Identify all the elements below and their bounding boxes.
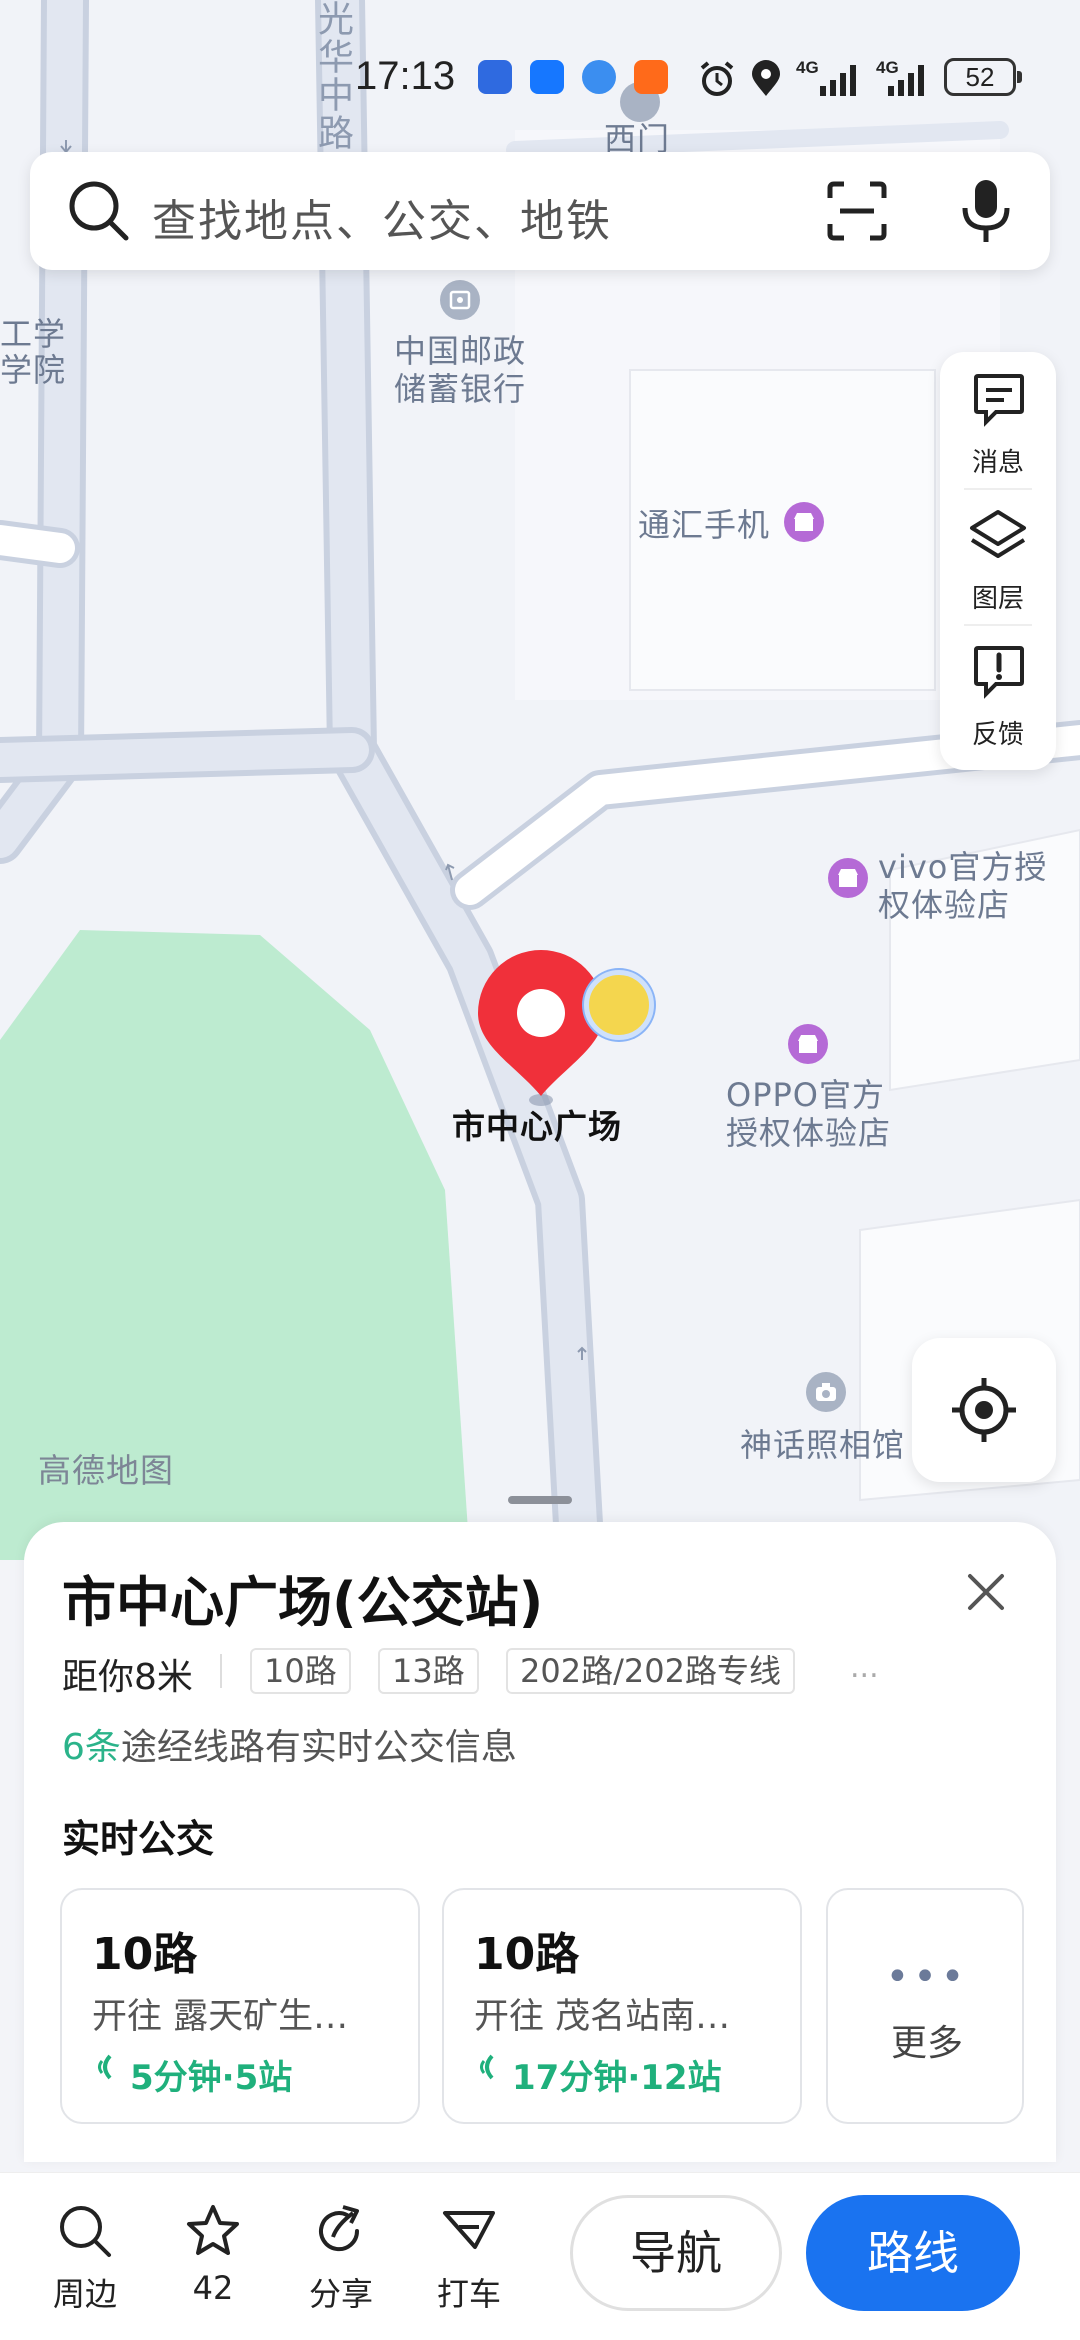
route-button[interactable]: 路线 (806, 2195, 1020, 2311)
status-time: 17:13 (355, 54, 456, 98)
route-chip[interactable]: 13路 (378, 1648, 479, 1694)
kuaishou-icon (634, 60, 668, 94)
distance-label: 距你8米 (62, 1657, 193, 1698)
share-button[interactable]: 分享 (286, 2203, 396, 2323)
poi-label: 授权体验店 (726, 1114, 892, 1152)
feedback-label: 反馈 (971, 720, 1024, 750)
bus-destination: 开往 茂名站南… (474, 1997, 731, 2037)
message-button[interactable]: 消息 (940, 352, 1056, 488)
alarm-icon (700, 61, 734, 96)
stop-detail-sheet: 市中心广场(公交站) 距你8米 10路 13路 202路/202路专线 ... … (24, 1522, 1056, 2162)
realtime-info: 6条途经线路有实时公交信息 (62, 1718, 517, 1770)
realtime-info-text: 途经线路有实时公交信息 (120, 1727, 517, 1768)
route-chip[interactable]: 202路/202路专线 (506, 1648, 795, 1694)
close-icon[interactable] (962, 1568, 1010, 1616)
poi-shenhua[interactable]: 神话照相馆 (740, 1426, 905, 1464)
bus-card[interactable]: 10路 开往 茂名站南… 17分钟·12站 (442, 1888, 802, 2124)
map-watermark: 高德地图 (38, 1451, 174, 1490)
divider (220, 1654, 222, 1688)
search-icon (69, 181, 129, 241)
crosshair-icon (952, 1378, 1016, 1442)
sheet-drag-handle[interactable] (508, 1496, 572, 1504)
bus-card[interactable]: 10路 开往 露天矿生… 5分钟·5站 (60, 1888, 420, 2124)
taxi-icon (443, 2211, 495, 2249)
bank-icon[interactable] (440, 280, 480, 320)
bus-destination: 开往 露天矿生… (92, 1997, 349, 2037)
battery-indicator: 52 (944, 58, 1022, 96)
user-avatar-icon[interactable] (584, 970, 654, 1040)
poi-label: 工学 (0, 315, 67, 353)
app-notification-icon (478, 60, 512, 94)
route-chip[interactable]: 10路 (250, 1648, 351, 1694)
poi-label: OPPO官方 (726, 1076, 885, 1114)
location-pin-icon[interactable] (476, 950, 606, 1110)
navigate-button[interactable]: 导航 (570, 2195, 782, 2311)
more-label: 更多 (890, 2023, 963, 2064)
bus-eta: 17分钟·12站 (512, 2058, 722, 2098)
poi-left-edge[interactable]: 工学 学院 (0, 316, 66, 388)
alipay-icon (530, 60, 564, 94)
locate-me-button[interactable] (912, 1338, 1056, 1482)
poi-label: 权体验店 (878, 886, 1011, 924)
feedback-button[interactable]: 反馈 (940, 624, 1056, 760)
layers-label: 图层 (971, 584, 1024, 614)
nearby-button[interactable]: 周边 (30, 2203, 140, 2323)
poi-vivo[interactable]: vivo官方授 权体验店 (878, 848, 1047, 924)
share-icon (319, 2205, 360, 2252)
search-icon (60, 2206, 111, 2257)
realtime-signal-icon (98, 2054, 112, 2080)
poi-label: 学院 (0, 351, 67, 389)
realtime-count: 6条 (62, 1727, 121, 1768)
more-dots-icon: ••• (885, 1954, 969, 2000)
signal-label-1: 4G (796, 58, 819, 77)
poi-label: vivo官方授 (878, 848, 1048, 886)
message-label: 消息 (971, 448, 1024, 478)
shop-icon[interactable] (784, 502, 824, 542)
poi-oppo[interactable]: OPPO官方 授权体验店 (726, 1076, 891, 1152)
signal-bars-icon (888, 65, 924, 96)
message-icon (974, 374, 1024, 427)
feedback-icon (974, 646, 1024, 699)
more-buses-button[interactable]: ••• 更多 (826, 1888, 1024, 2124)
nearby-label: 周边 (52, 2275, 117, 2313)
favorite-count: 42 (192, 2269, 234, 2307)
poi-label: 中国邮政 (394, 332, 527, 370)
share-label: 分享 (308, 2275, 373, 2313)
layers-icon (970, 510, 1026, 558)
stop-title: 市中心广场(公交站) (62, 1571, 544, 1634)
realtime-section-title: 实时公交 (62, 1817, 215, 1861)
bottom-action-bar: 周边 42 分享 打车 导航 路线 (0, 2172, 1080, 2340)
camera-icon[interactable] (806, 1372, 846, 1412)
shop-icon[interactable] (828, 858, 868, 898)
star-icon (187, 2205, 239, 2255)
microphone-icon[interactable] (958, 176, 1014, 246)
shop-icon[interactable] (788, 1024, 828, 1064)
more-routes[interactable]: ... (850, 1650, 879, 1685)
map-tools-panel: 消息 图层 反馈 (940, 352, 1056, 770)
taxi-label: 打车 (436, 2275, 501, 2313)
scan-icon[interactable] (826, 180, 888, 242)
bus-eta: 5分钟·5站 (130, 2058, 293, 2098)
browser-icon (582, 60, 616, 94)
location-icon (752, 60, 780, 96)
layers-button[interactable]: 图层 (940, 488, 1056, 624)
selected-stop-label: 市中心广场 (452, 1107, 622, 1146)
search-bar[interactable]: 查找地点、公交、地铁 (30, 152, 1050, 270)
signal-bars-icon (820, 65, 856, 96)
taxi-button[interactable]: 打车 (414, 2203, 524, 2323)
bus-route: 10路 (92, 1929, 198, 1980)
realtime-signal-icon (480, 2054, 494, 2080)
search-input[interactable]: 查找地点、公交、地铁 (152, 185, 612, 249)
poi-postal-bank[interactable]: 中国邮政 储蓄银行 (394, 332, 526, 408)
favorite-button[interactable]: 42 (158, 2203, 268, 2323)
status-bar: 17:13 4G 4G 52 (0, 50, 1080, 106)
poi-label: 储蓄银行 (394, 370, 527, 408)
bus-route: 10路 (474, 1929, 580, 1980)
poi-tonghui[interactable]: 通汇手机 (638, 506, 770, 544)
